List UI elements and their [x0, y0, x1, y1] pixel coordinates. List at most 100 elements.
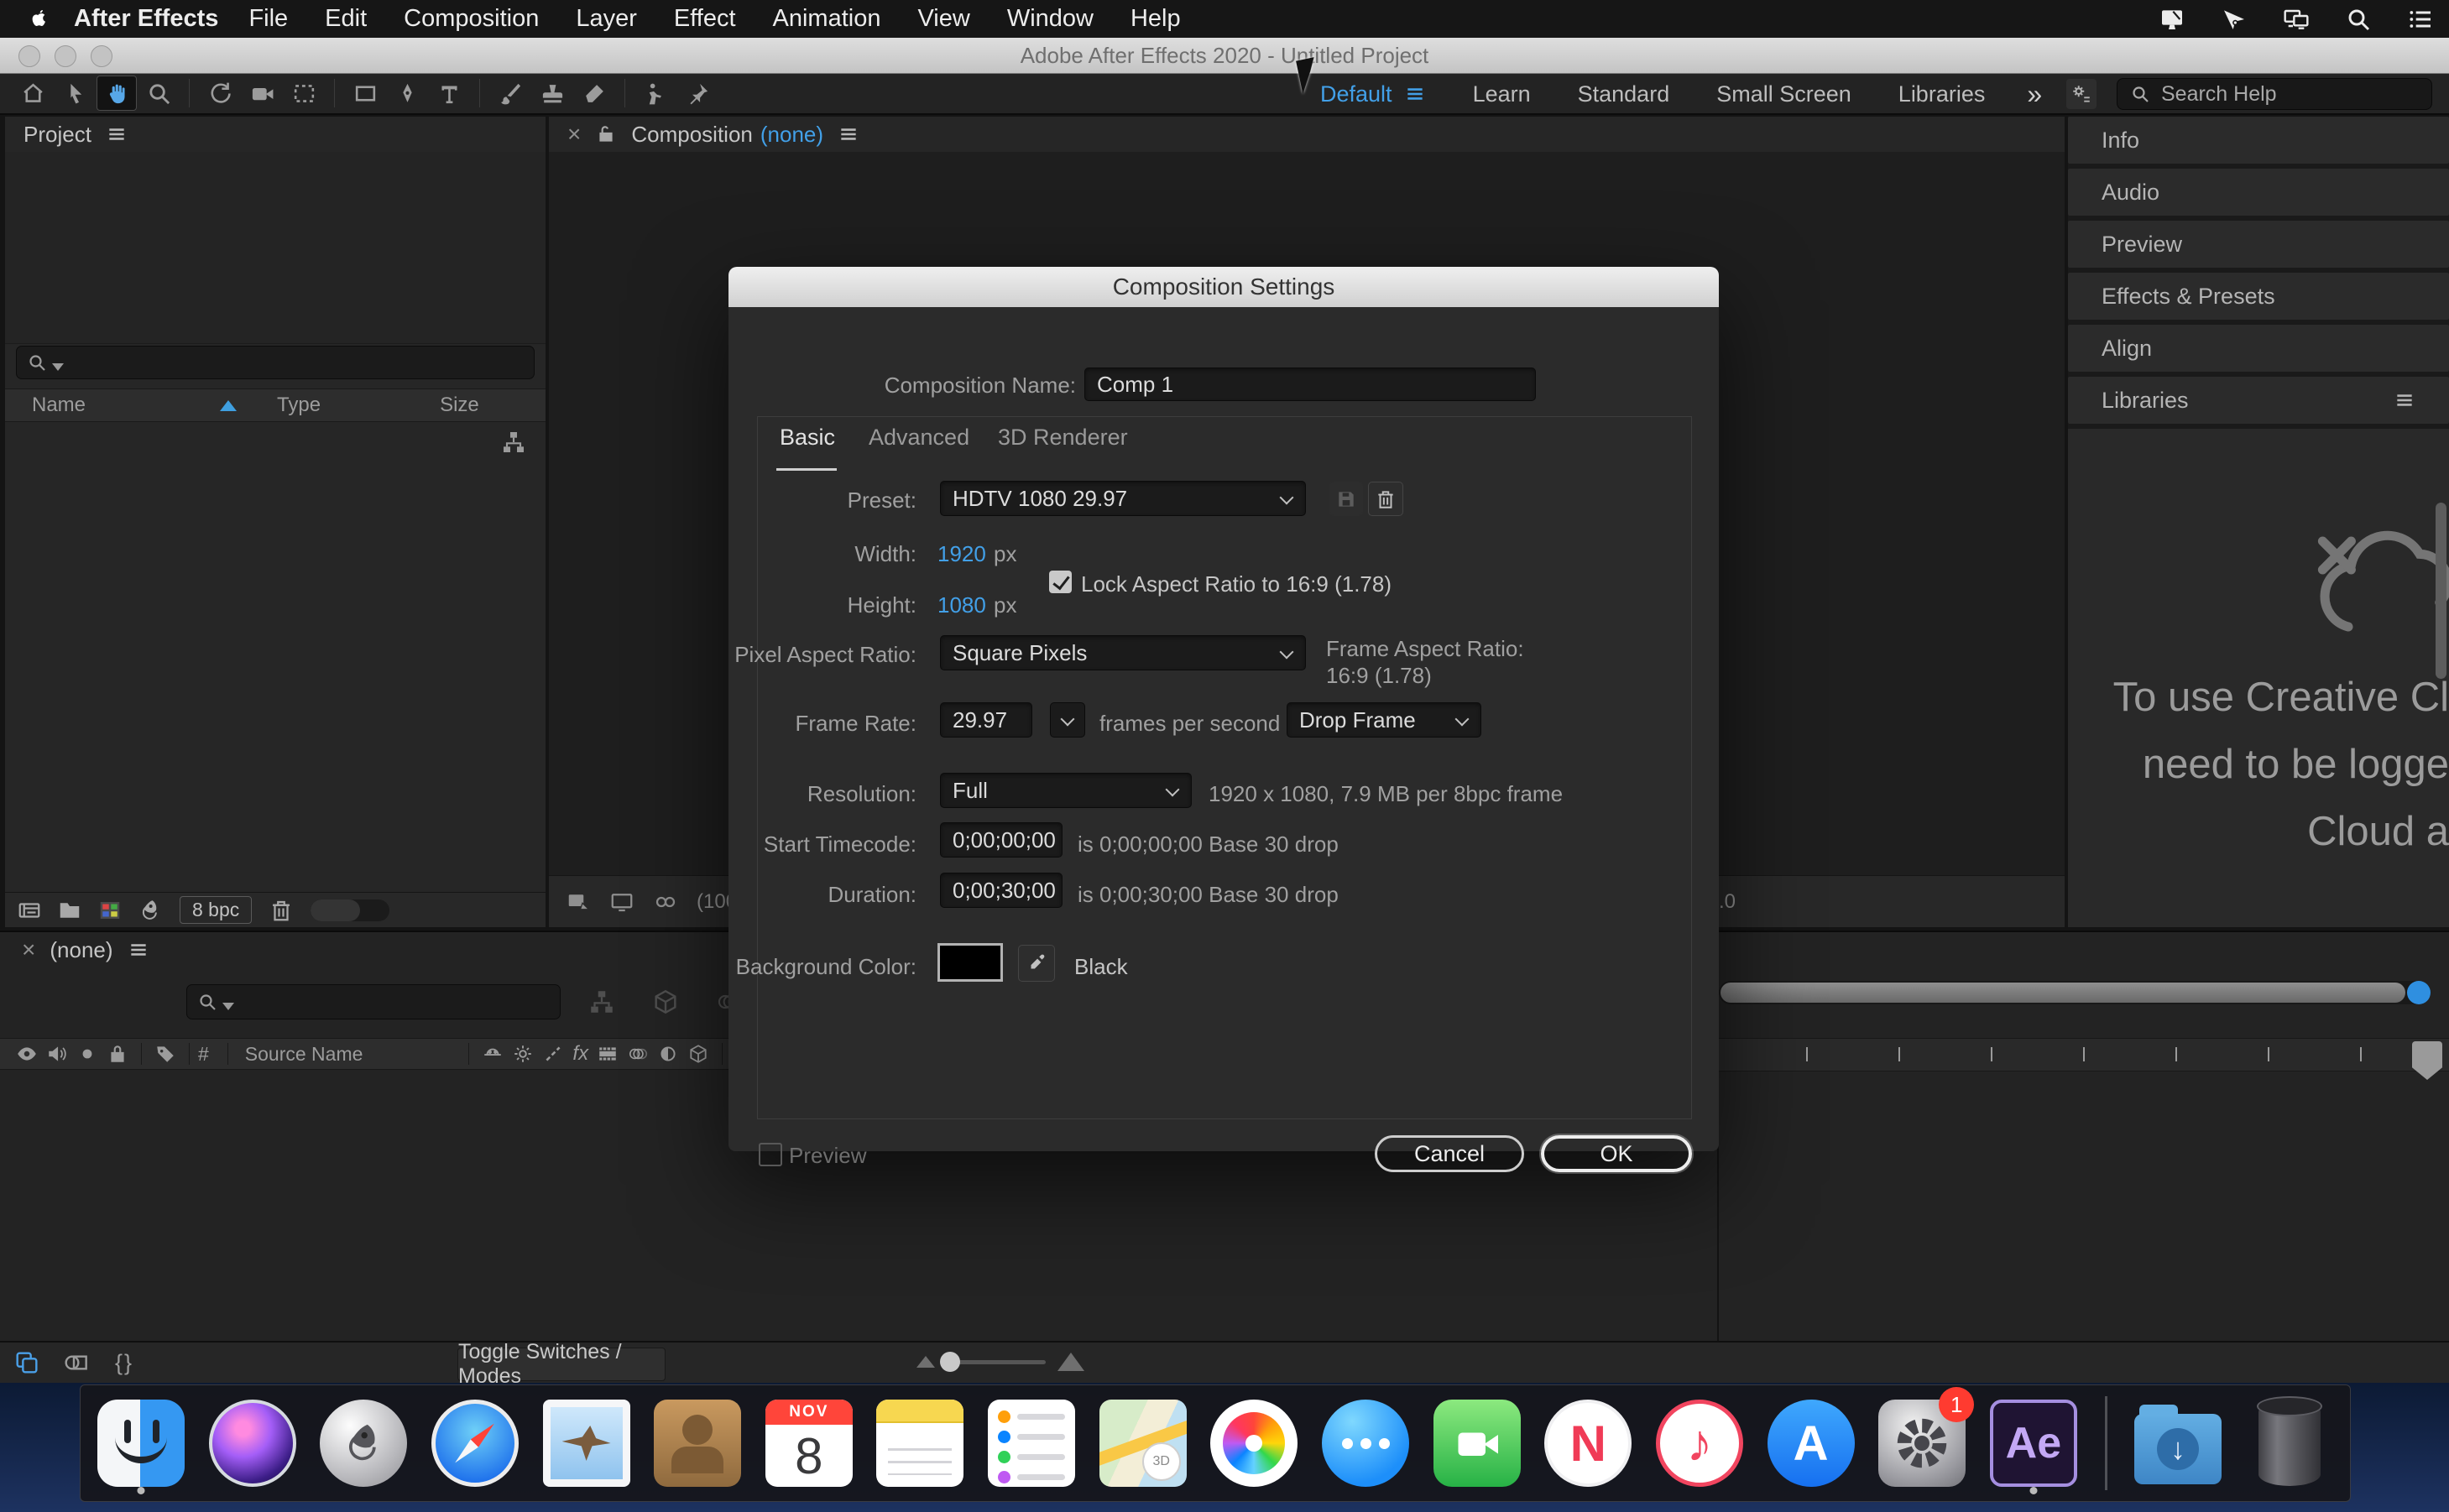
lock-aspect-checkbox[interactable] — [1049, 571, 1072, 593]
sidebar-panel-audio[interactable]: Audio — [2068, 169, 2449, 216]
menu-animation[interactable]: Animation — [755, 5, 900, 33]
hand-tool-icon[interactable] — [97, 76, 137, 111]
workspace-libraries[interactable]: Libraries — [1875, 81, 2009, 107]
dock-messages[interactable] — [1318, 1394, 1412, 1493]
dock-appstore[interactable]: A — [1764, 1394, 1858, 1493]
panel-menu-icon[interactable] — [128, 939, 149, 961]
bit-depth-button[interactable]: 8 bpc — [180, 896, 253, 924]
menu-help[interactable]: Help — [1112, 5, 1199, 33]
menu-window[interactable]: Window — [989, 5, 1112, 33]
dock-contacts[interactable] — [650, 1394, 744, 1493]
mini-flowchart-icon[interactable] — [587, 988, 616, 1016]
audio-icon[interactable] — [46, 1043, 68, 1065]
workspace-menu-icon[interactable] — [1404, 83, 1426, 105]
motion-blur-icon[interactable] — [627, 1043, 649, 1065]
menu-effect[interactable]: Effect — [655, 5, 755, 33]
zoom-slider-knob[interactable] — [940, 1351, 960, 1372]
transfer-controls-icon[interactable] — [62, 1349, 89, 1376]
zoom-slider-track[interactable] — [940, 1351, 1046, 1372]
time-navigator-end-handle[interactable] — [2407, 981, 2431, 1004]
minimize-window-button[interactable] — [55, 45, 76, 67]
menu-view[interactable]: View — [899, 5, 988, 33]
dock-mail[interactable] — [540, 1394, 634, 1493]
preview-checkbox[interactable] — [759, 1143, 782, 1166]
preset-dropdown[interactable]: HDTV 1080 29.97 — [940, 481, 1306, 516]
render-icon[interactable] — [138, 898, 163, 923]
width-value[interactable]: 1920 — [937, 541, 986, 567]
search-scope-caret[interactable] — [52, 362, 64, 371]
lock-aspect-label[interactable]: Lock Aspect Ratio to 16:9 (1.78) — [1081, 571, 1392, 597]
collapse-icon[interactable] — [512, 1043, 534, 1065]
interpret-footage-icon[interactable] — [17, 898, 42, 923]
zoom-in-icon[interactable] — [1057, 1353, 1084, 1371]
height-value[interactable]: 1080 — [937, 592, 986, 618]
column-name[interactable]: Name — [32, 394, 86, 417]
dock-sysprefs[interactable]: 1 — [1875, 1387, 1975, 1493]
sidebar-panel-libraries[interactable]: Libraries — [2068, 377, 2449, 424]
panel-menu-icon[interactable] — [2394, 389, 2415, 411]
sidebar-panel-align[interactable]: Align — [2068, 325, 2449, 372]
cancel-button[interactable]: Cancel — [1375, 1135, 1524, 1172]
dock-trash[interactable] — [2243, 1394, 2337, 1493]
in-out-panes-icon[interactable]: {} — [111, 1349, 138, 1376]
camera-tool-icon[interactable] — [242, 76, 282, 111]
stamp-tool-icon[interactable] — [532, 76, 572, 111]
panel-menu-icon[interactable] — [106, 123, 128, 145]
dock-photos[interactable] — [1207, 1394, 1301, 1493]
draft-3d-icon[interactable] — [651, 988, 680, 1016]
workspace-settings-icon[interactable] — [2066, 79, 2097, 109]
workspace-standard[interactable]: Standard — [1554, 81, 1694, 107]
help-search-field[interactable]: Search Help — [2117, 78, 2432, 110]
dock-reminders[interactable] — [984, 1394, 1078, 1493]
expand-layers-icon[interactable] — [13, 1349, 40, 1376]
save-preset-button[interactable] — [1329, 482, 1363, 516]
dialog-title[interactable]: Composition Settings — [728, 267, 1719, 308]
dock-siri[interactable] — [206, 1394, 300, 1493]
time-ruler[interactable] — [1719, 1038, 2449, 1071]
composition-panel-tab[interactable]: × Composition (none) — [549, 117, 2065, 152]
zoom-out-icon[interactable] — [916, 1356, 935, 1368]
timeline-search-field[interactable] — [186, 984, 561, 1019]
dock-facetime[interactable] — [1430, 1394, 1524, 1493]
frame-rate-dropdown-button[interactable] — [1050, 702, 1085, 738]
project-panel-tab[interactable]: Project — [5, 117, 546, 152]
rotate-tool-icon[interactable] — [200, 76, 240, 111]
dock-launchpad[interactable] — [316, 1394, 410, 1493]
type-tool-icon[interactable] — [429, 76, 469, 111]
dock-news[interactable]: N — [1541, 1394, 1635, 1493]
pen-tool-icon[interactable] — [387, 76, 427, 111]
menu-layer[interactable]: Layer — [557, 5, 655, 33]
eye-icon[interactable] — [16, 1043, 38, 1065]
duration-input[interactable]: 0;00;30;00 — [940, 873, 1063, 908]
apple-menu-icon[interactable] — [25, 5, 50, 34]
lock-open-icon[interactable] — [595, 123, 617, 145]
menu-edit[interactable]: Edit — [306, 5, 385, 33]
solo-icon[interactable] — [76, 1043, 98, 1065]
lock-icon[interactable] — [107, 1043, 128, 1065]
scrollbar-thumb[interactable] — [2436, 503, 2446, 679]
sidebar-panel-preview[interactable]: Preview — [2068, 221, 2449, 268]
close-tab-icon[interactable]: × — [567, 121, 581, 148]
delete-icon[interactable] — [269, 898, 294, 923]
preview-label[interactable]: Preview — [789, 1143, 866, 1169]
frame-blend-icon[interactable] — [597, 1043, 619, 1065]
column-index[interactable]: # — [198, 1043, 209, 1066]
adjustment-icon[interactable] — [657, 1043, 679, 1065]
sort-ascending-icon[interactable] — [220, 399, 238, 411]
region-tool-icon[interactable] — [284, 76, 324, 111]
puppet-tool-icon[interactable] — [677, 76, 718, 111]
folder-icon[interactable] — [57, 898, 82, 923]
composition-name-input[interactable]: Comp 1 — [1084, 368, 1536, 401]
eraser-tool-icon[interactable] — [574, 76, 614, 111]
screen-share-icon[interactable] — [2219, 6, 2249, 33]
dock-aftereffects[interactable]: Ae — [1987, 1394, 2081, 1494]
view-options-icon[interactable] — [653, 889, 678, 915]
workspace-learn[interactable]: Learn — [1449, 81, 1554, 107]
panel-menu-icon[interactable] — [838, 123, 859, 145]
dock-safari[interactable] — [428, 1394, 522, 1493]
close-tab-icon[interactable]: × — [22, 936, 35, 963]
dock-maps[interactable]: 3D — [1096, 1394, 1190, 1493]
dock-music[interactable]: ♪ — [1653, 1394, 1747, 1493]
delete-preset-button[interactable] — [1368, 482, 1403, 516]
frame-rate-input[interactable]: 29.97 — [940, 702, 1032, 738]
